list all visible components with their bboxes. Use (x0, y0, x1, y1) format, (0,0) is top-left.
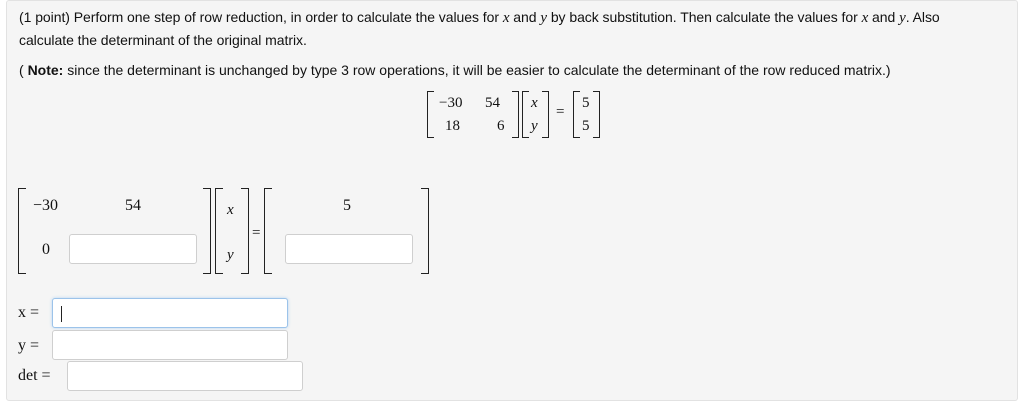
note-bold: Note: (27, 62, 64, 78)
problem-panel: (1 point) Perform one step of row reduct… (6, 0, 1018, 401)
a22: 6 (497, 118, 505, 134)
note-body: since the determinant is unchanged by ty… (67, 62, 891, 78)
det-input[interactable] (67, 361, 303, 391)
points-label: (1 point) (19, 9, 70, 25)
y-input[interactable] (52, 330, 288, 360)
matrix-left-bracket (427, 91, 434, 138)
r12: 54 (125, 197, 141, 214)
det-label: det = (18, 367, 51, 384)
and-word-2: and (872, 9, 896, 25)
reduced-vector-left-bracket (215, 188, 223, 274)
r11: −30 (33, 197, 59, 214)
var-x-2: x (861, 10, 869, 26)
and-word: and (513, 9, 537, 25)
y-label: y = (18, 337, 40, 354)
b1: 5 (582, 95, 590, 111)
reduced-vector-right-bracket (241, 188, 249, 274)
a11: −30 (439, 95, 463, 111)
r21: 0 (42, 241, 50, 258)
reduced-b2-input[interactable] (285, 234, 413, 264)
problem-statement: (1 point) Perform one step of row reduct… (19, 6, 1009, 51)
reduced-vec-y: y (227, 247, 234, 263)
problem-line-2: calculate the determinant of the origina… (19, 32, 307, 48)
a21: 18 (445, 118, 460, 134)
reduced-rhs-right-bracket (421, 188, 429, 274)
rhs-left-bracket (573, 91, 580, 138)
vec-x: x (531, 95, 538, 111)
reduced-b1: 5 (343, 197, 351, 214)
b2: 5 (582, 118, 590, 134)
var-y-2: y (899, 10, 906, 26)
problem-text-c: . Also (905, 9, 940, 25)
reduced-matrix-left-bracket (18, 188, 26, 274)
var-y: y (540, 10, 547, 26)
x-input[interactable] (52, 298, 288, 328)
a12: 54 (485, 95, 500, 111)
reduced-vec-x: x (227, 202, 234, 218)
note-text: ( Note: since the determinant is unchang… (19, 60, 891, 80)
rhs-right-bracket (593, 91, 600, 138)
vec-y: y (531, 118, 538, 134)
var-x: x (502, 10, 510, 26)
text-caret (61, 306, 62, 322)
r22-input[interactable] (69, 234, 197, 264)
note-open-paren: ( (19, 62, 24, 78)
vector-right-bracket (542, 91, 549, 138)
reduced-rhs-left-bracket (264, 188, 272, 274)
matrix-right-bracket (512, 91, 519, 138)
problem-text-a: Perform one step of row reduction, in or… (73, 9, 499, 25)
reduced-equals-sign: = (252, 225, 261, 241)
reduced-matrix-right-bracket (203, 188, 211, 274)
vector-left-bracket (522, 91, 529, 138)
equals-sign: = (556, 104, 565, 120)
problem-text-b: by back substitution. Then calculate the… (550, 9, 858, 25)
x-label: x = (18, 304, 40, 321)
